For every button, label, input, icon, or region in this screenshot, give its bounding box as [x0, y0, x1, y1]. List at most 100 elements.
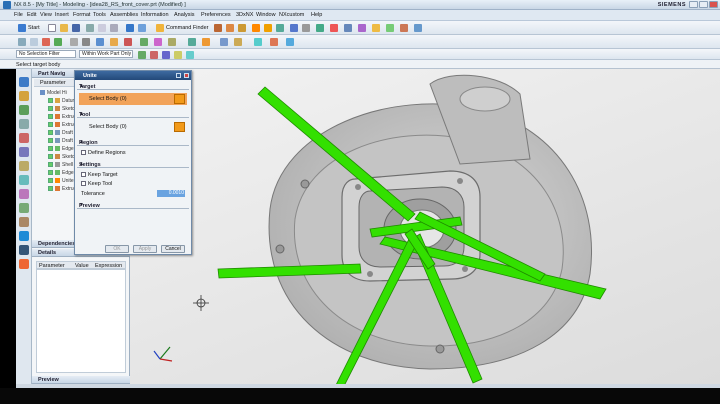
visibility-check-icon[interactable]	[48, 114, 53, 119]
snap-end-icon[interactable]	[138, 50, 146, 59]
close-icon[interactable]	[184, 73, 189, 78]
select-body-cube-icon[interactable]	[174, 122, 185, 132]
chamfer-icon[interactable]	[290, 24, 298, 32]
close-button[interactable]	[709, 1, 718, 8]
collapse-icon[interactable]: ▲	[79, 111, 186, 117]
unite-icon[interactable]	[252, 24, 260, 32]
save-icon[interactable]	[72, 24, 80, 32]
web-browser-icon[interactable]	[19, 147, 29, 157]
blend-icon[interactable]	[276, 24, 284, 32]
menu-nxcustom[interactable]: NXcustom	[279, 12, 304, 18]
visibility-check-icon[interactable]	[48, 170, 53, 175]
zoom-icon[interactable]	[30, 38, 38, 46]
copy-icon[interactable]	[98, 24, 106, 32]
fit-icon[interactable]	[18, 38, 26, 46]
scope-dropdown[interactable]: Within Work Part Only	[79, 50, 133, 58]
palette-icon[interactable]	[19, 259, 29, 269]
snap-quadrant-icon[interactable]	[186, 50, 194, 59]
work-view-icon[interactable]	[286, 38, 294, 46]
roles-icon[interactable]	[19, 217, 29, 227]
keep-target-checkbox[interactable]	[81, 172, 86, 177]
menu-file[interactable]: File	[14, 12, 23, 18]
assembly-navigator-icon[interactable]	[19, 77, 29, 87]
menu-3dxnx[interactable]: 3DxNX	[236, 12, 253, 18]
system-materials-icon[interactable]	[19, 175, 29, 185]
menu-tools[interactable]: Tools	[93, 12, 106, 18]
reset-icon[interactable]	[176, 73, 181, 78]
visibility-check-icon[interactable]	[48, 98, 53, 103]
visibility-check-icon[interactable]	[48, 162, 53, 167]
analysis-icon[interactable]	[168, 38, 176, 46]
open-icon[interactable]	[60, 24, 68, 32]
visibility-check-icon[interactable]	[48, 106, 53, 111]
menu-assemblies[interactable]: Assemblies	[110, 12, 138, 18]
tool-select-body[interactable]: Select Body (0)	[79, 121, 187, 133]
visibility-check-icon[interactable]	[48, 178, 53, 183]
point-icon[interactable]	[140, 38, 148, 46]
render-icon[interactable]	[254, 38, 262, 46]
history-icon[interactable]	[19, 161, 29, 171]
apply-button[interactable]: Apply	[133, 245, 157, 253]
visibility-check-icon[interactable]	[48, 138, 53, 143]
tool-section[interactable]: Tool ▲	[77, 111, 189, 118]
region-section[interactable]: Region ▲	[77, 139, 189, 146]
section-icon[interactable]	[124, 38, 132, 46]
shaded-icon[interactable]	[70, 38, 78, 46]
edit-feature-icon[interactable]	[234, 38, 242, 46]
subtract-icon[interactable]	[264, 24, 272, 32]
visibility-check-icon[interactable]	[48, 186, 53, 191]
redo-icon[interactable]	[138, 24, 146, 32]
command-finder-button[interactable]: Command Finder	[166, 25, 209, 31]
target-select-body[interactable]: Select Body (0)	[79, 93, 187, 105]
undo-icon[interactable]	[126, 24, 134, 32]
extrude-icon[interactable]	[226, 24, 234, 32]
visibility-check-icon[interactable]	[48, 146, 53, 151]
hd3d-tools-icon[interactable]	[19, 133, 29, 143]
internet-icon[interactable]	[19, 231, 29, 241]
assembly-icon[interactable]	[188, 38, 196, 46]
ok-button[interactable]: OK	[105, 245, 129, 253]
collapse-icon[interactable]: ▲	[79, 161, 186, 167]
menu-edit[interactable]: Edit	[27, 12, 36, 18]
settings-section[interactable]: Settings ▲	[77, 161, 189, 168]
select-body-cube-icon[interactable]	[174, 94, 185, 104]
part-navigator-icon[interactable]	[19, 105, 29, 115]
start-icon[interactable]	[18, 24, 26, 32]
datum-plane-icon[interactable]	[372, 24, 380, 32]
selection-filter-dropdown[interactable]: No Selection Filter	[16, 50, 76, 58]
maximize-button[interactable]	[699, 1, 708, 8]
start-button[interactable]: Start	[28, 25, 40, 31]
mirror-icon[interactable]	[344, 24, 352, 32]
sketch-icon[interactable]	[214, 24, 222, 32]
visibility-check-icon[interactable]	[48, 130, 53, 135]
minimize-button[interactable]	[689, 1, 698, 8]
menu-insert[interactable]: Insert	[55, 12, 69, 18]
command-finder-icon[interactable]	[156, 24, 164, 32]
process-studio-icon[interactable]	[19, 189, 29, 199]
cut-icon[interactable]	[86, 24, 94, 32]
shell-icon[interactable]	[302, 24, 310, 32]
keep-tool-checkbox[interactable]	[81, 181, 86, 186]
snap-center-icon[interactable]	[162, 50, 170, 59]
sync-modeling-icon[interactable]	[202, 38, 210, 46]
manufacturing-wizards-icon[interactable]	[19, 203, 29, 213]
expand-icon[interactable]: ▼	[79, 202, 186, 208]
define-regions-checkbox[interactable]	[81, 150, 86, 155]
menu-view[interactable]: View	[40, 12, 52, 18]
rotate-icon[interactable]	[42, 38, 50, 46]
pan-icon[interactable]	[54, 38, 62, 46]
target-section[interactable]: Target ▲	[77, 83, 189, 90]
preview-panel[interactable]: Preview	[32, 376, 130, 384]
cancel-button[interactable]: Cancel	[161, 245, 185, 253]
hole-icon[interactable]	[316, 24, 324, 32]
trim-body-icon[interactable]	[386, 24, 394, 32]
reuse-library-icon[interactable]	[19, 119, 29, 129]
constraint-navigator-icon[interactable]	[19, 91, 29, 101]
graphics-window[interactable]	[130, 69, 720, 389]
snap-mid-icon[interactable]	[150, 50, 158, 59]
offset-face-icon[interactable]	[400, 24, 408, 32]
menu-preferences[interactable]: Preferences	[201, 12, 231, 18]
menu-window[interactable]: Window	[256, 12, 276, 18]
revolve-icon[interactable]	[238, 24, 246, 32]
menu-format[interactable]: Format	[73, 12, 90, 18]
